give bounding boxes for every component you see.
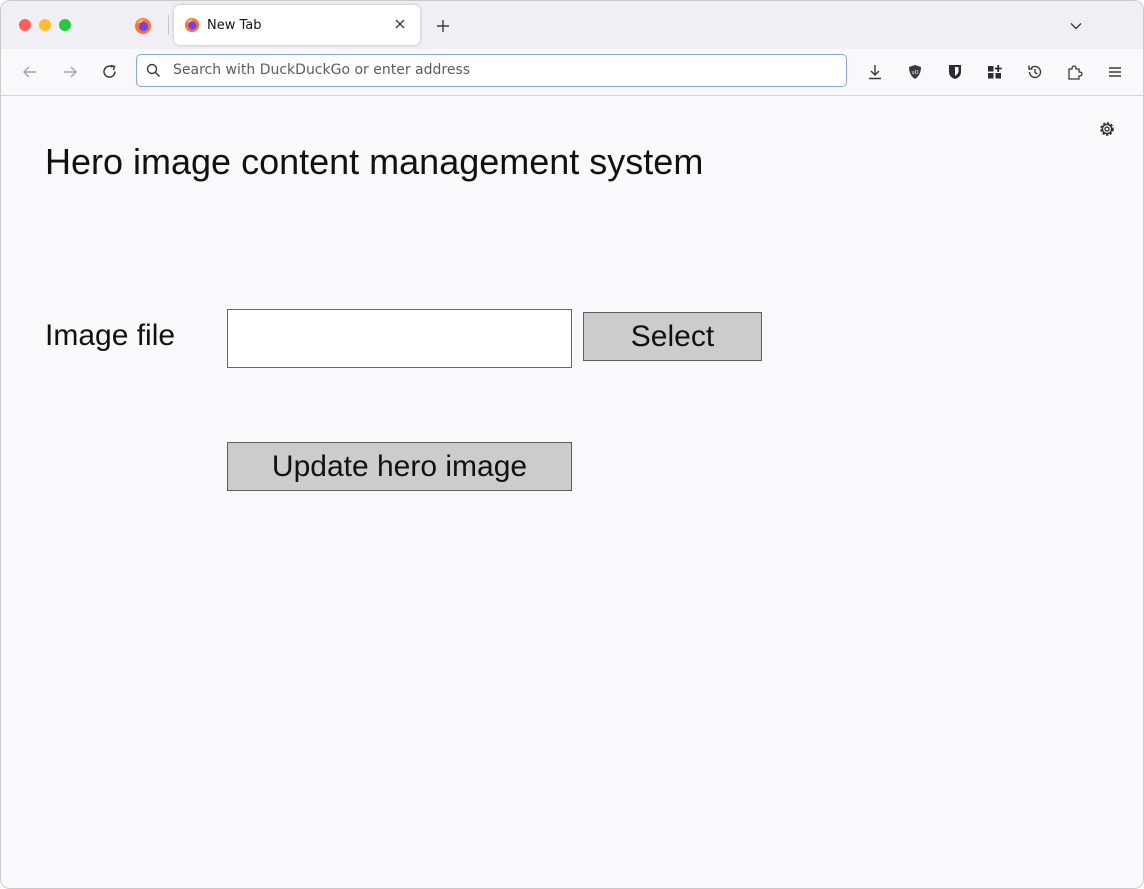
bitwarden-extension-button[interactable]	[943, 60, 967, 84]
firefox-icon	[184, 17, 200, 33]
update-hero-image-button[interactable]: Update hero image	[227, 442, 572, 491]
list-all-tabs-button[interactable]	[1064, 14, 1088, 38]
browser-window: New Tab uO	[0, 0, 1144, 889]
ublock-shield-icon: uO	[909, 65, 921, 79]
page-content: Hero image content management system Ima…	[1, 96, 1143, 888]
apps-extension-button[interactable]	[983, 60, 1007, 84]
shield-icon	[949, 65, 961, 79]
forward-button[interactable]	[57, 59, 83, 85]
search-icon	[146, 63, 161, 78]
ublock-extension-button[interactable]: uO	[903, 60, 927, 84]
tab-strip: New Tab	[1, 1, 1143, 49]
tab-title: New Tab	[207, 18, 262, 33]
extensions-button[interactable]	[1063, 60, 1087, 84]
history-button[interactable]	[1023, 60, 1047, 84]
puzzle-icon	[1068, 65, 1083, 80]
chevron-down-icon	[1070, 23, 1082, 30]
arrow-right-icon	[64, 66, 77, 78]
window-close-icon[interactable]	[19, 19, 31, 31]
image-file-label: Image file	[45, 319, 176, 352]
tab-close-icon[interactable]	[390, 14, 410, 34]
download-icon	[869, 65, 881, 80]
reload-icon	[103, 64, 116, 78]
svg-text:uO: uO	[911, 70, 918, 76]
app-menu-button[interactable]	[1103, 60, 1127, 84]
tab-new-tab[interactable]: New Tab	[174, 5, 420, 45]
address-bar[interactable]	[136, 54, 847, 87]
grid-plus-icon	[988, 65, 1002, 79]
reload-button[interactable]	[97, 59, 123, 85]
firefox-icon	[135, 18, 151, 34]
window-maximize-icon[interactable]	[59, 19, 71, 31]
window-minimize-icon[interactable]	[39, 19, 51, 31]
plus-icon	[437, 20, 449, 32]
hamburger-menu-icon	[1109, 67, 1121, 77]
gear-icon[interactable]	[1096, 118, 1118, 140]
history-icon	[1028, 65, 1042, 79]
image-file-field[interactable]	[227, 309, 572, 368]
navigation-toolbar: uO	[1, 49, 1143, 96]
downloads-button[interactable]	[863, 60, 887, 84]
tab-separator	[168, 15, 169, 35]
arrow-left-icon	[23, 66, 36, 78]
address-input[interactable]	[173, 59, 833, 81]
pinned-tab-firefox[interactable]	[128, 13, 158, 39]
back-button[interactable]	[17, 59, 43, 85]
select-button[interactable]: Select	[583, 312, 762, 361]
page-title: Hero image content management system	[45, 141, 704, 182]
new-tab-button[interactable]	[431, 14, 455, 38]
